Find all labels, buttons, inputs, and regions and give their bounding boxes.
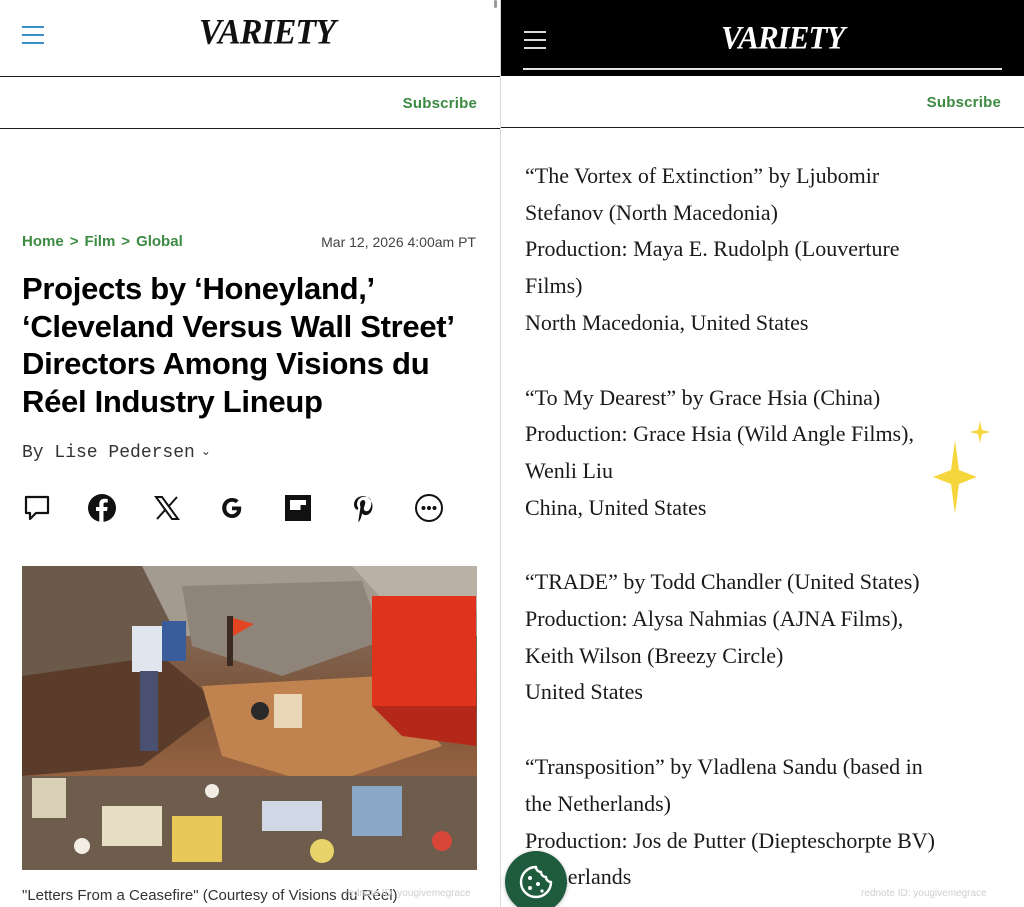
watermark: rednote ID: yougivemegrace (345, 888, 471, 899)
flipboard-icon[interactable] (283, 492, 313, 524)
project-line: Keith Wilson (Breezy Circle) (525, 642, 784, 668)
project-line: “The Vortex of Extinction” by Ljubomir (525, 163, 880, 188)
author-name[interactable]: By Lise Pedersen (22, 443, 195, 463)
project-line: Production: Maya E. Rudolph (Louverture (525, 236, 900, 262)
publish-date: Mar 12, 2026 4:00am PT (321, 234, 476, 250)
photo-caption: "Letters From a Ceasefire" (Courtesy of … (22, 887, 398, 904)
chevron-down-icon[interactable]: ⌄ (201, 445, 211, 459)
article-headline: Projects by ‘Honeyland,’ ‘Cleveland Vers… (22, 271, 453, 419)
share-bar (22, 492, 452, 524)
breadcrumb-global[interactable]: Global (136, 233, 183, 250)
article-photo[interactable] (22, 566, 477, 870)
project-line: United States (525, 679, 643, 705)
menu-icon[interactable] (22, 26, 44, 44)
x-icon[interactable] (152, 492, 182, 524)
project-line: North Macedonia, United States (525, 309, 809, 335)
project-line: “Transposition” by Vladlena Sandu (based… (525, 754, 923, 780)
watermark: rednote ID: yougivemegrace (861, 888, 987, 899)
pinterest-icon[interactable] (348, 492, 378, 524)
author-byline[interactable]: By Lise Pedersen ⌄ (22, 443, 211, 463)
subscribe-link[interactable]: Subscribe (403, 95, 477, 112)
project-line: Stefanov (North Macedonia) (525, 199, 778, 225)
breadcrumb-separator: > (69, 233, 79, 250)
subscribe-bar: Subscribe (501, 76, 1024, 128)
more-icon[interactable] (414, 492, 444, 524)
facebook-icon[interactable] (87, 492, 117, 524)
cookie-icon (519, 865, 553, 899)
comment-icon[interactable] (22, 492, 52, 524)
breadcrumb-film[interactable]: Film (84, 233, 115, 250)
list-item: “TRADE” by Todd Chandler (United States)… (525, 564, 1005, 711)
left-screen: VARIETY Subscribe Home > Film > Global Mar 1… (0, 0, 500, 907)
sparkle-icon (933, 440, 977, 514)
project-line: Production: Jos de Putter (Diepteschorpt… (525, 827, 935, 853)
variety-logo[interactable]: VARIETY (199, 13, 336, 53)
variety-logo[interactable]: VARIETY (721, 19, 845, 57)
project-line: “TRADE” by Todd Chandler (United States) (525, 569, 920, 595)
scrollbar[interactable] (494, 0, 497, 8)
site-header: VARIETY (501, 0, 1024, 76)
cookie-settings-button[interactable] (505, 851, 567, 907)
breadcrumb-home[interactable]: Home (22, 233, 64, 250)
project-line: “To My Dearest” by Grace Hsia (China) (525, 384, 881, 410)
project-line: Films) (525, 273, 583, 299)
project-listing: “The Vortex of Extinction” by Ljubomir S… (525, 158, 1005, 907)
header-rule (523, 68, 1002, 70)
list-item: “Transposition” by Vladlena Sandu (based… (525, 749, 1005, 896)
subscribe-bar: Subscribe (0, 77, 500, 129)
project-line: the Netherlands) (525, 790, 671, 816)
project-line: Production: Alysa Nahmias (AJNA Films), (525, 606, 904, 632)
menu-icon[interactable] (524, 31, 546, 49)
site-header: VARIETY (0, 0, 500, 77)
subscribe-link[interactable]: Subscribe (927, 94, 1001, 111)
google-icon[interactable] (217, 492, 247, 524)
breadcrumb-separator: > (121, 233, 131, 250)
breadcrumb: Home > Film > Global (22, 233, 183, 250)
list-item: “The Vortex of Extinction” by Ljubomir S… (525, 158, 1005, 342)
